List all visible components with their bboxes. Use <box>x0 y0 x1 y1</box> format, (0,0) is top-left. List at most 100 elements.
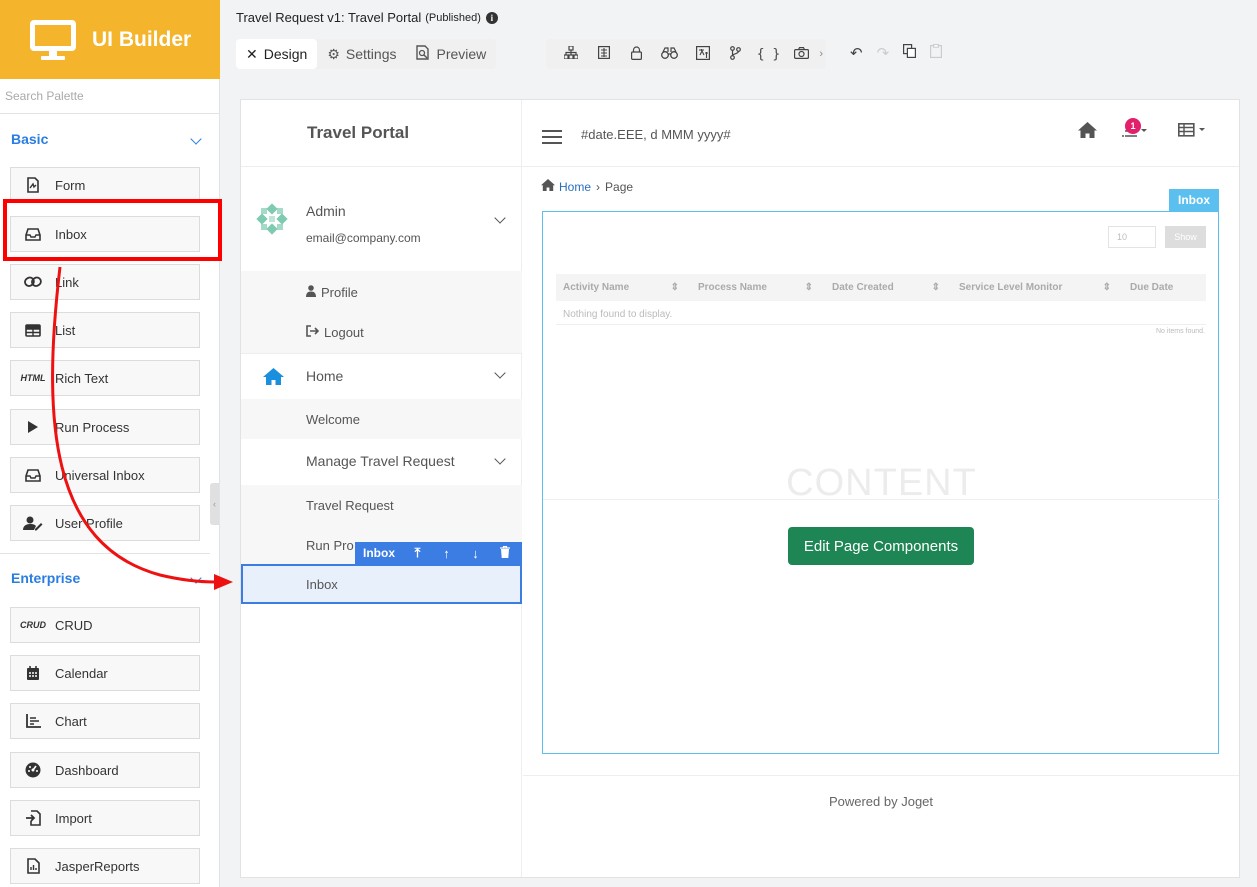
section-basic[interactable]: Basic <box>11 131 206 147</box>
content-area[interactable]: 10 Show Activity Name ⇕ Process Name ⇕ Dat… <box>542 211 1220 754</box>
branch-icon[interactable] <box>719 45 752 63</box>
component-palette: UI Builder Basic Form Inbox Link List HT… <box>0 0 220 887</box>
redo-icon[interactable]: ↷ <box>877 44 890 62</box>
menu-welcome-label: Welcome <box>306 412 360 427</box>
menu-welcome[interactable]: Welcome <box>306 412 360 427</box>
menu-travel-request-label: Travel Request <box>306 498 394 513</box>
chevron-right-icon: › <box>596 179 601 194</box>
inbox-icon <box>11 468 55 482</box>
empty-message: Nothing found to display. <box>563 309 673 320</box>
section-basic-title: Basic <box>11 131 49 147</box>
edit-page-components-button[interactable]: Edit Page Components <box>788 527 974 565</box>
date-format-text: #date.EEE, d MMM yyyy# <box>581 127 731 142</box>
chart-icon <box>11 714 55 728</box>
inbox-table-header: Activity Name ⇕ Process Name ⇕ Date Create… <box>556 274 1206 301</box>
column-date-created[interactable]: Date Created ⇕ <box>825 282 952 293</box>
portal-footer: Powered by Joget <box>828 794 934 809</box>
palette-search-input[interactable] <box>0 79 219 114</box>
column-service-level-monitor[interactable]: Service Level Monitor ⇕ <box>952 282 1123 293</box>
tab-settings[interactable]: ⚙ Settings <box>317 39 406 69</box>
paste-icon[interactable] <box>930 44 943 62</box>
import-icon <box>11 810 55 826</box>
menu-profile-label: Profile <box>321 285 358 300</box>
braces-icon[interactable]: { } <box>752 47 785 62</box>
column-due-date[interactable]: Due Date <box>1123 282 1203 293</box>
palette-item-list[interactable]: List <box>10 312 200 348</box>
move-top-icon[interactable]: ⤒ <box>403 545 432 561</box>
content-element-label[interactable]: Inbox <box>1169 189 1219 211</box>
home-icon <box>541 179 555 194</box>
dashboard-icon <box>11 762 55 778</box>
menu-travel-request[interactable]: Travel Request <box>306 498 394 513</box>
chevron-right-icon[interactable]: › <box>819 48 823 60</box>
palette-item-crud[interactable]: CRUD CRUD <box>10 607 200 643</box>
palette-item-form[interactable]: Form <box>10 167 200 203</box>
menu-home[interactable]: Home <box>241 353 522 399</box>
column-process-name[interactable]: Process Name ⇕ <box>691 282 825 293</box>
binoculars-icon[interactable] <box>653 46 686 62</box>
tab-preview[interactable]: Preview <box>406 39 496 69</box>
palette-item-dashboard[interactable]: Dashboard <box>10 752 200 788</box>
properties-icon[interactable] <box>587 46 620 62</box>
home-icon[interactable] <box>1078 122 1097 144</box>
palette-collapse-handle[interactable]: ‹ <box>210 483 219 525</box>
show-button[interactable]: Show <box>1165 226 1206 248</box>
palette-item-import[interactable]: Import <box>10 800 200 836</box>
palette-item-label: CRUD <box>55 617 93 633</box>
breadcrumb-home[interactable]: Home <box>559 180 591 194</box>
play-icon <box>11 420 55 434</box>
copy-icon[interactable] <box>903 44 917 62</box>
palette-item-user-profile[interactable]: User Profile <box>10 505 200 541</box>
palette-item-link[interactable]: Link <box>10 264 200 300</box>
design-canvas: Travel Portal Admin email@company.com Pr… <box>240 99 1240 878</box>
menu-logout[interactable]: Logout <box>306 325 364 340</box>
palette-item-rich-text[interactable]: HTML Rich Text <box>10 360 200 396</box>
link-icon <box>11 275 55 289</box>
palette-item-jasperreports[interactable]: JasperReports <box>10 848 200 884</box>
menu-manage-travel-request[interactable]: Manage Travel Request <box>241 439 522 485</box>
menu-profile[interactable]: Profile <box>306 285 358 300</box>
menu-inbox-selected[interactable]: Inbox <box>241 564 522 604</box>
camera-icon[interactable] <box>785 46 818 62</box>
element-toolbar: Inbox ⤒ ↑ ↓ <box>355 542 522 564</box>
lock-icon[interactable] <box>620 45 653 63</box>
crud-icon: CRUD <box>20 620 46 630</box>
info-icon[interactable]: i <box>485 11 498 24</box>
palette-item-label: List <box>55 322 76 338</box>
document-title: Travel Request v1: Travel Portal (Publis… <box>236 10 498 25</box>
app-brand[interactable]: UI Builder <box>0 0 220 79</box>
palette-item-run-process[interactable]: Run Process <box>10 409 200 445</box>
table-menu-icon[interactable] <box>1178 123 1206 142</box>
home-submenu <box>241 399 522 439</box>
palette-item-label: Dashboard <box>55 762 119 778</box>
palette-item-universal-inbox[interactable]: Universal Inbox <box>10 457 200 493</box>
portal-title: Travel Portal <box>241 100 522 167</box>
publish-status: (Published) <box>425 11 481 24</box>
menu-run-process[interactable]: Run Pro <box>306 538 354 553</box>
trash-icon[interactable] <box>490 545 519 561</box>
tab-label: Settings <box>345 46 397 62</box>
monitor-icon <box>30 18 76 62</box>
user-block[interactable]: Admin email@company.com <box>241 167 522 271</box>
html-icon: HTML <box>20 373 46 383</box>
hamburger-icon[interactable] <box>542 130 562 148</box>
column-activity-name[interactable]: Activity Name ⇕ <box>556 282 691 293</box>
chevron-down-icon <box>494 453 506 465</box>
arrow-up-icon[interactable]: ↑ <box>432 546 461 561</box>
translate-icon[interactable] <box>686 45 719 63</box>
logout-icon <box>306 325 320 340</box>
arrow-down-icon[interactable]: ↓ <box>461 546 490 561</box>
section-enterprise[interactable]: Enterprise <box>11 570 206 586</box>
palette-item-calendar[interactable]: Calendar <box>10 655 200 691</box>
content-divider <box>543 499 1220 500</box>
document-title-text: Travel Request v1: Travel Portal <box>236 10 422 25</box>
portal-topbar: #date.EEE, d MMM yyyy# 1 <box>522 100 1239 167</box>
palette-item-label: Import <box>55 810 92 826</box>
tree-icon[interactable] <box>554 45 587 62</box>
palette-item-chart[interactable]: Chart <box>10 703 200 739</box>
palette-item-label: Calendar <box>55 665 108 681</box>
tab-design[interactable]: ✕ Design <box>236 39 318 69</box>
undo-icon[interactable]: ↶ <box>850 44 863 62</box>
no-items-text: No items found. <box>1155 328 1205 335</box>
page-size-input[interactable]: 10 <box>1108 226 1156 248</box>
